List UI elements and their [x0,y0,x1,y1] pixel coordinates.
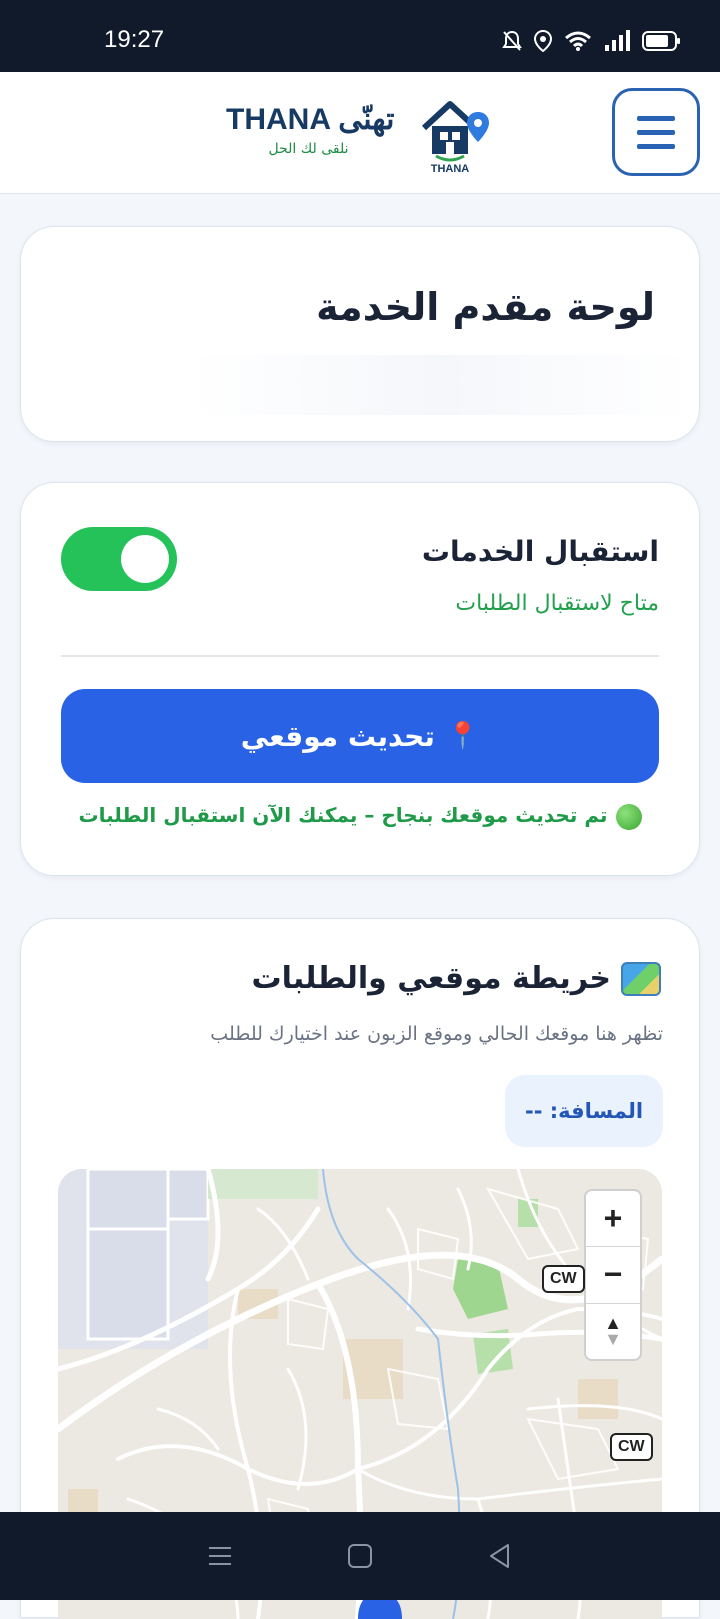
location-success-message: تم تحديث موقعك بنجاح – يمكنك الآن استقبا… [61,803,659,830]
dashboard-card: لوحة مقدم الخدمة [20,226,700,442]
loading-placeholder [191,355,691,415]
distance-badge: المسافة: -- [505,1075,663,1147]
hamburger-icon-line [637,115,675,121]
battery-icon [642,31,680,51]
signal-icon [605,30,630,51]
menu-button[interactable] [612,88,700,176]
status-icons [502,30,682,52]
brand-text: THANA تهنّى نلقى لك الحل [226,102,395,157]
availability-toggle[interactable] [61,527,177,591]
service-card: استقبال الخدمات متاح لاستقبال الطلبات 📍 … [20,482,700,876]
green-circle-icon [615,803,642,830]
brand-subtitle: نلقى لك الحل [268,141,349,157]
system-nav-bar [0,1512,720,1600]
success-text: تم تحديث موقعك بنجاح – يمكنك الآن استقبا… [78,803,608,827]
mute-bell-icon [502,30,522,51]
update-location-label: تحديث موقعي [240,719,435,753]
map-icon [621,961,661,996]
service-title: استقبال الخدمات [421,535,659,568]
brand-title: THANA تهنّى [226,103,395,136]
reset-bearing-button[interactable]: ▲ ▼ [586,1304,640,1359]
svg-text:THANA: THANA [431,163,470,174]
location-icon [534,30,552,52]
zoom-controls: + − ▲ ▼ [584,1189,642,1361]
home-icon[interactable] [346,1542,374,1570]
pin-icon: 📍 [446,721,480,751]
zoom-out-button[interactable]: − [586,1247,640,1304]
recent-apps-icon[interactable] [206,1542,234,1570]
hamburger-icon-line [637,143,675,149]
status-bar: 19:27 [0,0,720,72]
app-header: THANA تهنّى نلقى لك الحل THANA [0,72,720,194]
page-title: لوحة مقدم الخدمة [316,285,655,329]
wifi-icon [565,31,591,51]
compass-down-icon: ▼ [604,1329,622,1350]
status-time: 19:27 [104,26,165,53]
divider [61,655,659,657]
brand-logo[interactable]: THANA تهنّى نلقى لك الحل THANA [226,94,496,174]
road-label: CW [542,1265,585,1293]
map-title: خريطة موقعي والطلبات [251,961,661,996]
toggle-knob [121,535,169,583]
map-subtitle: تظهر هنا موقعك الحالي وموقع الزبون عند ا… [210,1023,663,1045]
map-title-text: خريطة موقعي والطلبات [251,961,612,996]
back-icon[interactable] [486,1542,514,1570]
service-status: متاح لاستقبال الطلبات [455,591,659,616]
hamburger-icon-line [637,129,675,135]
zoom-in-button[interactable]: + [586,1191,640,1248]
update-location-button[interactable]: 📍 تحديث موقعي [61,689,659,783]
road-label: CW [610,1433,653,1461]
house-location-logo-icon: THANA [421,101,489,174]
